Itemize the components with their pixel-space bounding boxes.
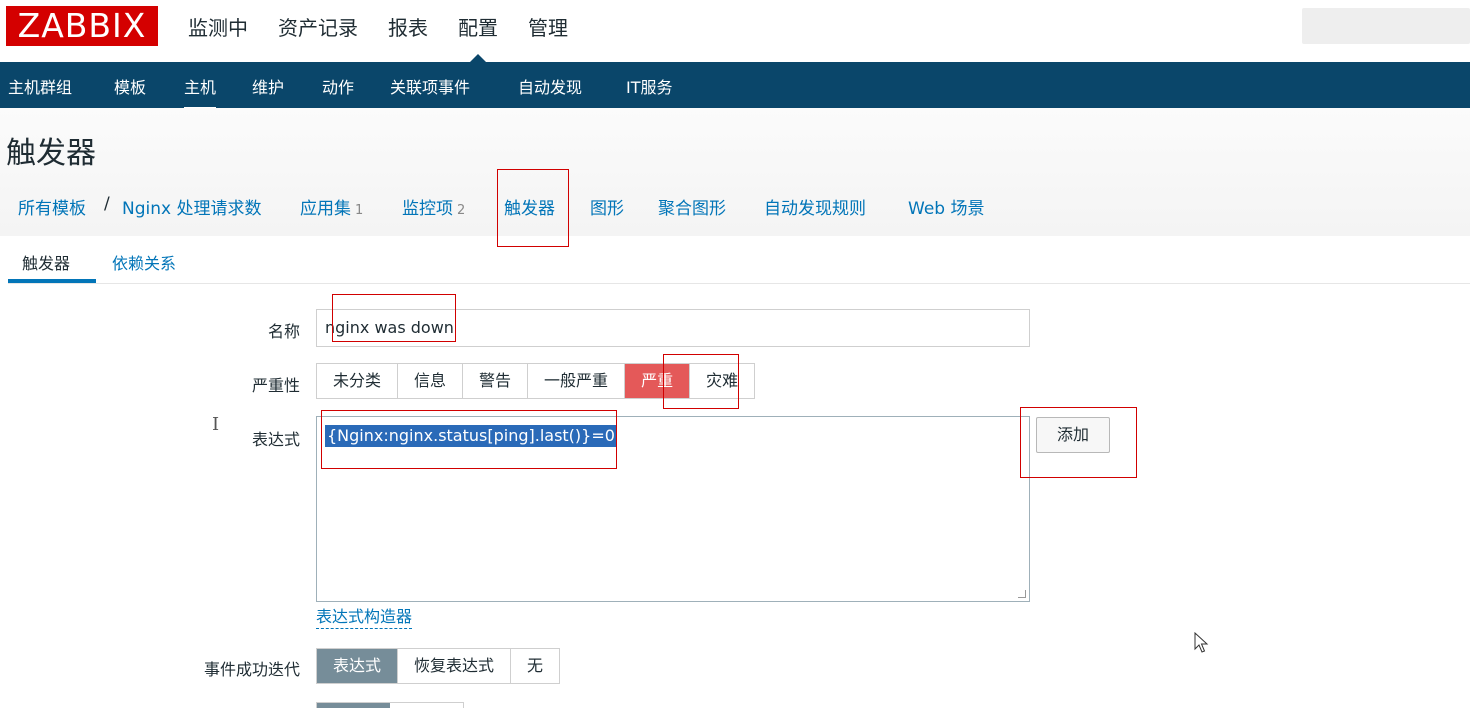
crumb-items[interactable]: 监控项 2 <box>402 194 465 219</box>
crumb-graphs[interactable]: 图形 <box>590 194 624 219</box>
add-button[interactable]: 添加 <box>1036 417 1110 453</box>
sub-menu-templates[interactable]: 模板 <box>114 74 146 98</box>
sub-menu: 主机群组 模板 主机 维护 动作 关联项事件 自动发现 IT服务 <box>0 62 1470 110</box>
name-label: 名称 <box>267 322 300 341</box>
sub-menu-actions[interactable]: 动作 <box>322 74 354 98</box>
crumb-template[interactable]: Nginx 处理请求数 <box>122 194 261 219</box>
ok-event-expression[interactable]: 表达式 <box>317 649 399 683</box>
crumb-all-templates[interactable]: 所有模板 <box>18 194 86 219</box>
sub-menu-maintenance[interactable]: 维护 <box>252 74 284 98</box>
ok-event-recovery-expression[interactable]: 恢复表达式 <box>398 649 512 683</box>
sub-menu-host-groups[interactable]: 主机群组 <box>8 74 72 98</box>
crumb-applications-count: 1 <box>355 203 364 218</box>
page-title: 触发器 <box>6 136 96 171</box>
crumb-screens[interactable]: 聚合图形 <box>658 194 726 219</box>
search-input[interactable] <box>1302 8 1470 44</box>
expression-builder-link[interactable]: 表达式构造器 <box>316 606 413 629</box>
main-menu-monitoring[interactable]: 监测中 <box>188 14 248 42</box>
tab-dependencies[interactable]: 依赖关系 <box>112 250 176 274</box>
crumb-discovery-rules[interactable]: 自动发现规则 <box>764 194 866 219</box>
main-menu-inventory[interactable]: 资产记录 <box>278 14 358 42</box>
top-bar: ZABBIX 监测中 资产记录 报表 配置 管理 <box>0 0 1470 62</box>
severity-label: 严重性 <box>251 376 300 395</box>
expression-textarea[interactable]: {Nginx:nginx.status[ping].last()}=0 <box>316 416 1030 602</box>
active-tab-indicator <box>8 279 96 283</box>
crumb-web-scenarios[interactable]: Web 场景 <box>908 194 984 219</box>
resize-grip-icon[interactable] <box>1018 590 1026 598</box>
severity-high[interactable]: 严重 <box>625 364 691 398</box>
severity-selector: 未分类 信息 警告 一般严重 严重 灾难 <box>316 363 756 399</box>
ok-event-selector: 表达式 恢复表达式 无 <box>316 648 561 684</box>
main-menu-administration[interactable]: 管理 <box>528 14 568 42</box>
severity-not-classified[interactable]: 未分类 <box>317 364 399 398</box>
tab-trigger[interactable]: 触发器 <box>22 250 70 274</box>
text-cursor-icon: I <box>212 414 220 435</box>
crumb-separator: / <box>104 194 110 214</box>
next-row-selector[interactable] <box>316 702 464 708</box>
zabbix-logo[interactable]: ZABBIX <box>6 6 158 46</box>
expression-value: {Nginx:nginx.status[ping].last()}=0 <box>325 425 617 447</box>
sub-menu-it-services[interactable]: IT服务 <box>626 74 673 98</box>
main-menu-configuration[interactable]: 配置 <box>458 14 498 62</box>
mouse-pointer-icon <box>1194 632 1209 653</box>
sub-menu-discovery[interactable]: 自动发现 <box>518 74 582 98</box>
crumb-items-count: 2 <box>457 203 466 218</box>
crumb-items-label: 监控项 <box>402 199 453 219</box>
crumb-applications[interactable]: 应用集 1 <box>300 194 363 219</box>
severity-information[interactable]: 信息 <box>398 364 464 398</box>
severity-warning[interactable]: 警告 <box>463 364 529 398</box>
ok-event-none[interactable]: 无 <box>511 649 559 683</box>
next-row-selected <box>317 703 390 708</box>
main-menu-reports[interactable]: 报表 <box>388 14 428 42</box>
tab-bar: 触发器 依赖关系 <box>8 236 1470 284</box>
sub-menu-hosts[interactable]: 主机 <box>184 74 217 110</box>
sub-menu-correlation[interactable]: 关联项事件 <box>390 74 470 98</box>
crumb-applications-label: 应用集 <box>300 199 351 219</box>
name-input[interactable]: nginx was down <box>316 309 1030 347</box>
severity-average[interactable]: 一般严重 <box>528 364 626 398</box>
next-row-option <box>390 703 463 708</box>
main-menu: 监测中 资产记录 报表 配置 管理 <box>188 14 598 62</box>
ok-event-label: 事件成功迭代 <box>203 660 300 679</box>
severity-disaster[interactable]: 灾难 <box>690 364 754 398</box>
crumb-triggers[interactable]: 触发器 <box>504 194 555 219</box>
